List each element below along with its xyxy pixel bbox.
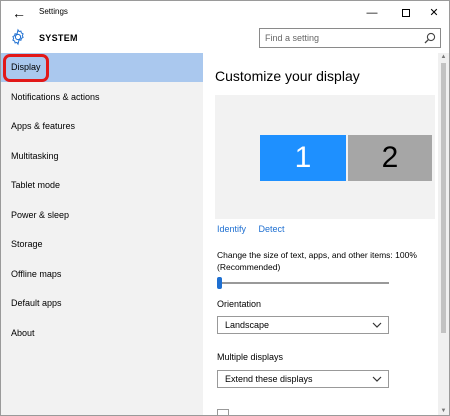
- scaling-slider[interactable]: [217, 277, 389, 289]
- slider-thumb[interactable]: [217, 277, 222, 289]
- scrollbar[interactable]: ▲ ▼: [438, 53, 449, 415]
- orientation-dropdown[interactable]: Landscape: [217, 316, 389, 334]
- scroll-thumb[interactable]: [441, 63, 446, 333]
- multiple-displays-label: Multiple displays: [217, 352, 284, 362]
- display-arrangement: 1 2: [215, 95, 435, 219]
- section-title: SYSTEM: [39, 33, 78, 43]
- checkbox[interactable]: [217, 409, 229, 415]
- maximize-icon: [402, 9, 410, 18]
- monitor-1[interactable]: 1: [260, 135, 346, 181]
- scroll-up-icon[interactable]: ▲: [438, 53, 449, 61]
- settings-window: ← Settings — ✕ SYSTEM Display Notificati…: [0, 0, 450, 416]
- highlight-annotation: [3, 54, 49, 82]
- sidebar-item-multitasking[interactable]: Multitasking: [1, 142, 203, 171]
- sidebar-item-power-sleep[interactable]: Power & sleep: [1, 201, 203, 230]
- search-input[interactable]: [260, 29, 418, 47]
- back-arrow-icon[interactable]: ←: [7, 3, 31, 23]
- slider-track: [217, 282, 389, 284]
- sidebar-item-notifications[interactable]: Notifications & actions: [1, 83, 203, 112]
- gear-icon: [12, 28, 24, 46]
- header: SYSTEM: [1, 25, 449, 53]
- search-icon[interactable]: [424, 32, 436, 44]
- display-links: Identify Detect: [217, 224, 285, 234]
- close-button[interactable]: ✕: [419, 1, 449, 25]
- sidebar-item-offline-maps[interactable]: Offline maps: [1, 260, 203, 289]
- sidebar-item-apps[interactable]: Apps & features: [1, 112, 203, 141]
- sidebar: Display Notifications & actions Apps & f…: [1, 53, 203, 415]
- orientation-value: Landscape: [225, 320, 270, 330]
- sidebar-item-default-apps[interactable]: Default apps: [1, 289, 203, 318]
- minimize-button[interactable]: —: [357, 1, 387, 25]
- maximize-button[interactable]: [391, 1, 421, 25]
- identify-link[interactable]: Identify: [217, 224, 246, 234]
- sidebar-item-tablet-mode[interactable]: Tablet mode: [1, 171, 203, 200]
- chevron-down-icon: [372, 322, 382, 328]
- main-content: Customize your display 1 2 Identify Dete…: [203, 53, 449, 415]
- orientation-label: Orientation: [217, 299, 262, 309]
- chevron-down-icon: [372, 376, 382, 382]
- search-box[interactable]: [259, 28, 441, 48]
- monitor-2[interactable]: 2: [348, 135, 432, 181]
- scaling-label: Change the size of text, apps, and other…: [217, 250, 417, 272]
- sidebar-item-about[interactable]: About: [1, 319, 203, 348]
- detect-link[interactable]: Detect: [259, 224, 285, 234]
- page-title: Customize your display: [215, 68, 360, 84]
- multiple-displays-value: Extend these displays: [225, 374, 313, 384]
- window-title: Settings: [39, 7, 68, 16]
- title-bar: ← Settings — ✕: [1, 1, 449, 25]
- sidebar-item-storage[interactable]: Storage: [1, 230, 203, 259]
- scroll-down-icon[interactable]: ▼: [438, 407, 449, 415]
- multiple-displays-dropdown[interactable]: Extend these displays: [217, 370, 389, 388]
